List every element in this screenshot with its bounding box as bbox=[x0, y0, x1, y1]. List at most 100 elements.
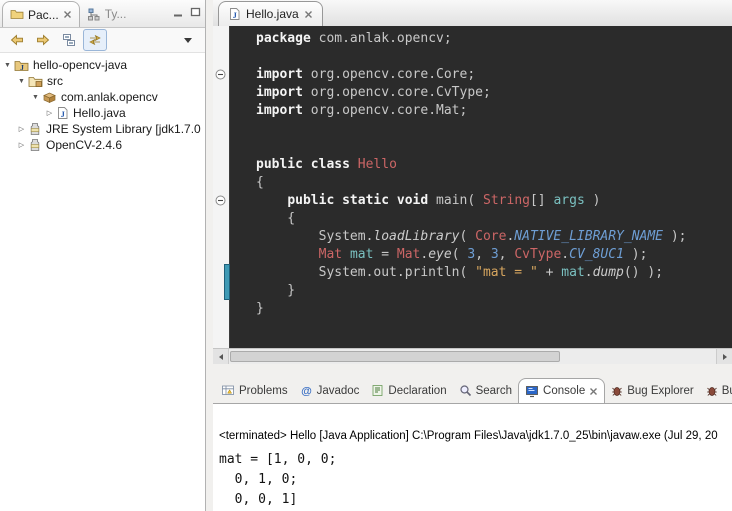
tree-item-hello-java[interactable]: ▷ J Hello.java bbox=[0, 105, 205, 121]
editor-area: J Hello.java package com.anlak.opencv; im… bbox=[213, 0, 732, 364]
svg-text:J: J bbox=[20, 62, 24, 71]
collapse-all-icon bbox=[62, 33, 76, 47]
search-icon bbox=[459, 384, 472, 397]
svg-text:J: J bbox=[61, 109, 66, 119]
tree-twistie[interactable]: ▷ bbox=[44, 109, 55, 117]
type-hierarchy-icon bbox=[87, 8, 101, 21]
tree-twistie[interactable]: ▷ bbox=[16, 125, 27, 133]
editor-hscrollbar[interactable] bbox=[213, 348, 732, 364]
explorer-tabs: Pac... Ty... bbox=[2, 0, 133, 27]
scrollbar-thumb[interactable] bbox=[230, 351, 560, 362]
editor-fold-ruler[interactable] bbox=[213, 26, 230, 349]
bug-icon bbox=[706, 385, 718, 397]
tree-item-label: JRE System Library [jdk1.7.0 bbox=[46, 122, 201, 136]
tab-label: Declaration bbox=[388, 385, 446, 397]
tree-item-hello-opencv-java[interactable]: ▼Jhello-opencv-java bbox=[0, 57, 205, 73]
editor-tab-hello-java[interactable]: J Hello.java bbox=[218, 1, 323, 26]
tab-bug-explorer[interactable]: Bug Explorer bbox=[605, 378, 699, 403]
project-tree: ▼Jhello-opencv-java▼src▼com.anlak.opencv… bbox=[0, 53, 205, 153]
fold-marker[interactable] bbox=[215, 69, 226, 80]
view-tab-label: Ty... bbox=[105, 7, 127, 21]
tab-javadoc[interactable]: @Javadoc bbox=[294, 378, 366, 403]
close-icon[interactable] bbox=[63, 10, 72, 19]
eclipse-window: Pac...Ty... ▼Jhello-opencv-java▼src▼com.… bbox=[0, 0, 732, 511]
tab-label: Bug Explorer bbox=[627, 385, 693, 397]
code-line: } bbox=[256, 282, 732, 300]
tree-item-label: src bbox=[47, 74, 63, 88]
forward-arrow-button[interactable] bbox=[31, 29, 55, 51]
close-console-icon[interactable] bbox=[589, 387, 598, 396]
editor-tab-label: Hello.java bbox=[246, 7, 299, 21]
scroll-right-button[interactable] bbox=[716, 349, 732, 364]
maximize-icon[interactable] bbox=[190, 7, 201, 18]
back-arrow-icon bbox=[9, 33, 25, 47]
back-arrow-button[interactable] bbox=[5, 29, 29, 51]
explorer-tabbar: Pac... Ty... bbox=[0, 0, 205, 28]
fold-marker[interactable] bbox=[215, 195, 226, 206]
forward-arrow-icon bbox=[35, 33, 51, 47]
code-line bbox=[256, 138, 732, 156]
close-editor-icon[interactable] bbox=[304, 10, 313, 19]
tab-label: Problems bbox=[239, 385, 288, 397]
tab-problems[interactable]: Problems bbox=[215, 378, 294, 403]
console-line: 0, 1, 0; bbox=[219, 470, 732, 490]
package-explorer-icon bbox=[10, 8, 24, 21]
tab-label: Bug bbox=[722, 385, 732, 397]
range-indicator bbox=[224, 264, 230, 300]
view-tab-pac[interactable]: Pac... bbox=[2, 1, 80, 27]
code-line: public static void main( String[] args ) bbox=[256, 192, 732, 210]
code-line: import org.opencv.core.Mat; bbox=[256, 102, 732, 120]
java-file-icon: J bbox=[56, 106, 69, 120]
view-tab-label: Pac... bbox=[28, 8, 59, 22]
console-view: <terminated> Hello [Java Application] C:… bbox=[213, 403, 732, 511]
code-line: { bbox=[256, 210, 732, 228]
bottom-tabbar: Problems @Javadoc Declaration Search Console… bbox=[213, 377, 732, 403]
svg-text:J: J bbox=[233, 10, 238, 20]
code-editor[interactable]: package com.anlak.opencv; import org.open… bbox=[230, 26, 732, 349]
package-explorer-view: Pac...Ty... ▼Jhello-opencv-java▼src▼com.… bbox=[0, 0, 206, 511]
link-with-editor-button[interactable] bbox=[83, 29, 107, 51]
panel-controls bbox=[173, 7, 201, 18]
tab-console[interactable]: Console bbox=[518, 378, 605, 403]
tree-twistie[interactable]: ▼ bbox=[16, 78, 27, 85]
console-header: <terminated> Hello [Java Application] C:… bbox=[213, 404, 732, 442]
library-icon bbox=[28, 138, 42, 152]
editor-body: package com.anlak.opencv; import org.open… bbox=[213, 26, 732, 349]
code-line: System.loadLibrary( Core.NATIVE_LIBRARY_… bbox=[256, 228, 732, 246]
source-folder-icon bbox=[28, 75, 43, 88]
tree-twistie[interactable]: ▷ bbox=[16, 141, 27, 149]
tree-item-src[interactable]: ▼ src bbox=[0, 73, 205, 89]
tree-twistie[interactable]: ▼ bbox=[30, 94, 41, 101]
code-line: } bbox=[256, 300, 732, 318]
console-line: mat = [1, 0, 0; bbox=[219, 450, 732, 470]
console-icon bbox=[525, 385, 539, 398]
console-line: 0, 0, 1] bbox=[219, 490, 732, 510]
scroll-left-button[interactable] bbox=[213, 349, 229, 364]
collapse-all-button[interactable] bbox=[57, 29, 81, 51]
java-project-icon: J bbox=[14, 59, 29, 72]
tab-bug[interactable]: Bug bbox=[700, 378, 732, 403]
problems-icon bbox=[221, 384, 235, 397]
bottom-panel: Problems @Javadoc Declaration Search Console… bbox=[213, 377, 732, 511]
tab-declaration[interactable]: Declaration bbox=[365, 378, 452, 403]
package-icon bbox=[42, 91, 57, 104]
code-line bbox=[256, 48, 732, 66]
tree-item-opencv-2-4-6[interactable]: ▷OpenCV-2.4.6 bbox=[0, 137, 205, 153]
view-tab-ty[interactable]: Ty... bbox=[80, 1, 134, 27]
tree-item-label: Hello.java bbox=[73, 106, 126, 120]
tab-search[interactable]: Search bbox=[453, 378, 518, 403]
tab-label: Console bbox=[543, 385, 585, 397]
tab-label: Search bbox=[476, 385, 512, 397]
tree-item-com-anlak-opencv[interactable]: ▼com.anlak.opencv bbox=[0, 89, 205, 105]
code-line: package com.anlak.opencv; bbox=[256, 30, 732, 48]
minimize-icon[interactable] bbox=[173, 7, 184, 18]
code-line bbox=[256, 120, 732, 138]
tree-twistie[interactable]: ▼ bbox=[2, 62, 13, 69]
code-line: import org.opencv.core.Core; bbox=[256, 66, 732, 84]
code-line: import org.opencv.core.CvType; bbox=[256, 84, 732, 102]
declaration-icon bbox=[371, 384, 384, 397]
view-menu-button[interactable] bbox=[176, 29, 200, 51]
tree-item-jre-system-library-jdk1-7-0[interactable]: ▷ JRE System Library [jdk1.7.0 bbox=[0, 121, 205, 137]
view-menu-icon bbox=[183, 36, 193, 44]
editor-tabbar: J Hello.java bbox=[213, 0, 732, 27]
